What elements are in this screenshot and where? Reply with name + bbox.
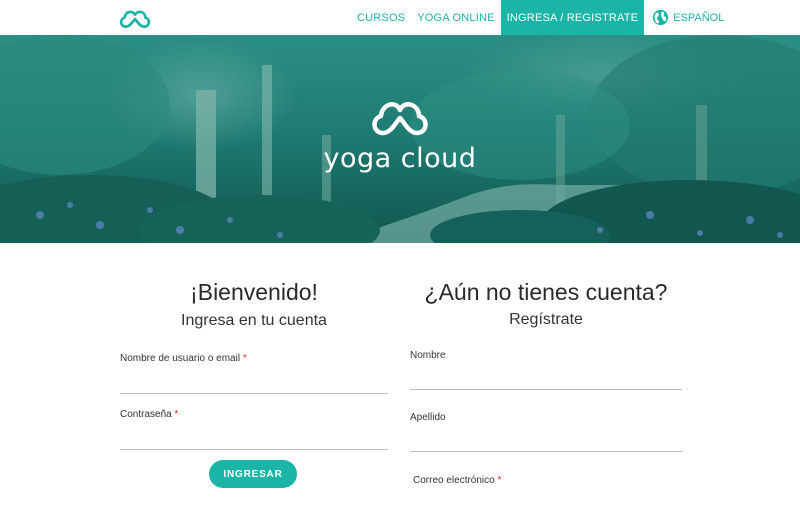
- hero-brand-title: yoga cloud: [323, 143, 477, 174]
- required-marker: *: [242, 353, 247, 364]
- top-navbar: CURSOS YOGA ONLINE INGRESA / REGISTRATE …: [0, 0, 800, 35]
- yoga-cloud-logo-icon[interactable]: [118, 5, 152, 31]
- username-email-input[interactable]: [120, 368, 388, 394]
- register-title: ¿Aún no tienes cuenta?: [424, 279, 668, 305]
- nav-link-ingresa-registrate[interactable]: INGRESA / REGISTRATE: [500, 0, 645, 35]
- register-subtitle: Regístrate: [509, 311, 583, 328]
- email-label: Correo electrónico *: [413, 475, 502, 486]
- main-menu: CURSOS YOGA ONLINE INGRESA / REGISTRATE …: [351, 0, 730, 35]
- required-marker: *: [174, 409, 179, 420]
- nav-link-cursos[interactable]: CURSOS: [351, 0, 411, 35]
- username-label: Nombre de usuario o email *: [120, 353, 247, 364]
- language-selector[interactable]: ESPAÑOL: [644, 0, 730, 35]
- hero-banner: yoga cloud: [0, 35, 800, 243]
- password-label: Contraseña *: [120, 409, 179, 420]
- hero-garden-image: [0, 35, 800, 243]
- login-submit-button[interactable]: INGRESAR: [209, 460, 297, 488]
- globe-icon: [653, 9, 669, 26]
- password-input[interactable]: [120, 424, 388, 450]
- login-title: ¡Bienvenido!: [190, 279, 318, 305]
- language-label: ESPAÑOL: [673, 11, 725, 24]
- last-name-input[interactable]: [410, 426, 682, 452]
- login-subtitle: Ingresa en tu cuenta: [181, 312, 327, 329]
- required-marker: *: [497, 475, 502, 486]
- first-name-input[interactable]: [410, 364, 682, 390]
- yoga-cloud-hero-logo-icon: [372, 102, 428, 136]
- first-name-label: Nombre: [410, 350, 446, 361]
- last-name-label: Apellido: [410, 412, 446, 423]
- nav-link-yoga-online[interactable]: YOGA ONLINE: [411, 0, 500, 35]
